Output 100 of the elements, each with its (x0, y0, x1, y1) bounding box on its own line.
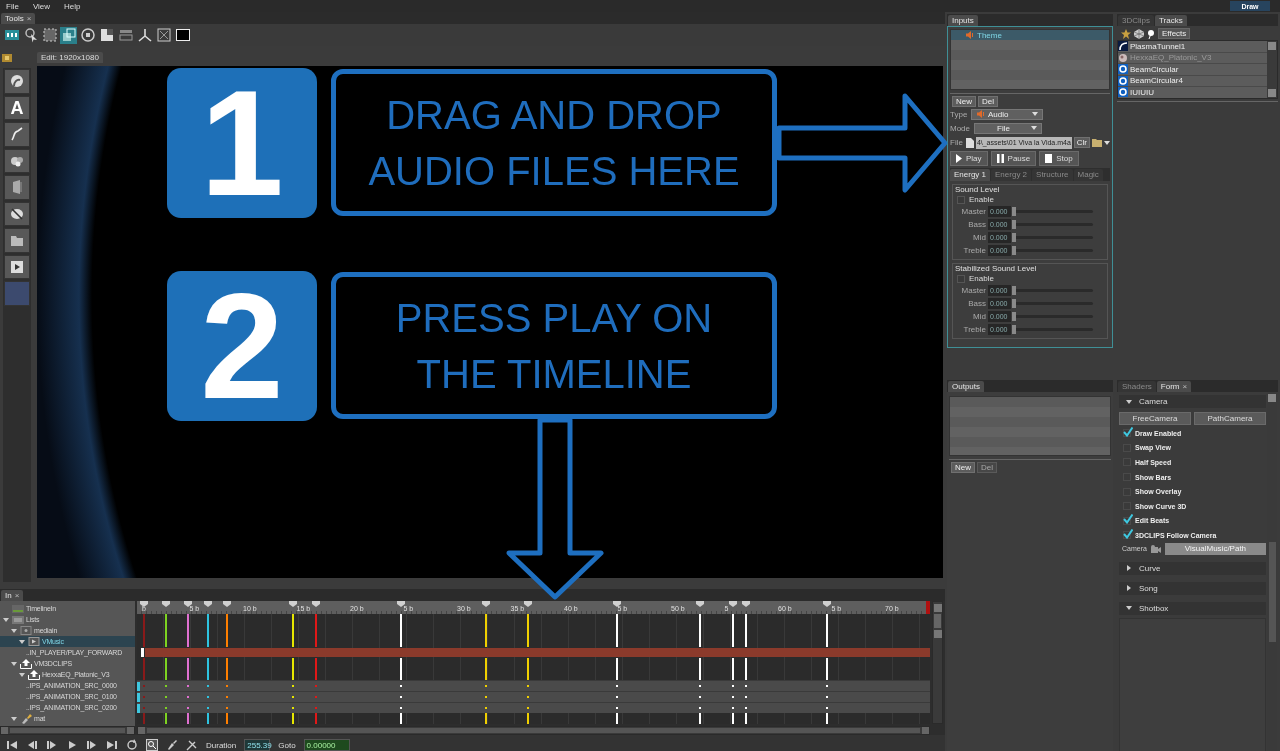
tab[interactable]: Form × (1156, 381, 1192, 392)
selection-icon[interactable] (41, 26, 58, 44)
slider[interactable] (1012, 245, 1093, 255)
goto-field[interactable]: 0.00000 (303, 739, 350, 751)
next-frame-icon[interactable] (86, 739, 98, 751)
slider-thumb[interactable] (1012, 298, 1016, 308)
stop-button[interactable]: Stop (1039, 151, 1079, 166)
list-item[interactable]: IUIUIU (1118, 87, 1267, 98)
door-icon[interactable] (4, 175, 30, 200)
skip-start-icon[interactable] (6, 739, 18, 751)
camera-button[interactable]: FreeCamera (1119, 412, 1191, 425)
axes-icon[interactable] (136, 26, 153, 44)
zoom-fit-icon[interactable] (146, 739, 158, 751)
menu-item[interactable]: Help (64, 1, 81, 11)
camera-path-field[interactable]: VisualMusic/Path (1164, 542, 1266, 555)
slider-thumb[interactable] (1012, 206, 1016, 216)
end-marker[interactable] (926, 601, 930, 614)
scrollbar[interactable] (0, 726, 135, 735)
slider[interactable] (1012, 219, 1093, 229)
list-item[interactable]: BeamCircular (1118, 64, 1267, 75)
checkbox[interactable] (957, 195, 965, 204)
expand-arrow-icon[interactable] (10, 626, 18, 635)
close-button[interactable]: × (1182, 381, 1188, 392)
text-tool-button[interactable]: A (4, 95, 30, 120)
slider-thumb[interactable] (1012, 324, 1016, 334)
pause-button[interactable]: Pause (990, 151, 1037, 166)
panel-tab[interactable]: Tools × (1, 13, 36, 24)
slider[interactable] (1012, 311, 1093, 321)
resize-icon[interactable] (60, 26, 77, 44)
expand-arrow-icon[interactable] (10, 714, 18, 723)
list-item[interactable]: Theme (951, 30, 1109, 40)
panel-tab[interactable]: Inputs (948, 15, 978, 26)
slider-thumb[interactable] (1012, 245, 1016, 255)
close-button[interactable]: × (14, 590, 20, 601)
curve-icon[interactable] (4, 122, 30, 147)
pin-icon[interactable] (1147, 28, 1155, 39)
new-button[interactable]: New (951, 462, 975, 473)
section-header[interactable]: Camera (1119, 395, 1266, 408)
tab[interactable]: Shaders (1118, 381, 1156, 392)
tab[interactable]: Energy 2 (991, 169, 1032, 181)
tab[interactable]: Energy 1 (950, 169, 991, 181)
close-button[interactable]: × (26, 13, 32, 24)
section-header[interactable]: Shotbox (1119, 601, 1266, 615)
editor-tab[interactable]: Edit: 1920x1080 (37, 52, 103, 63)
brush-icon[interactable] (166, 739, 178, 751)
type-dropdown[interactable]: Audio (971, 108, 1043, 120)
clip-bar[interactable] (145, 648, 930, 657)
expand-arrow-icon[interactable] (2, 615, 10, 624)
slider[interactable] (1012, 298, 1093, 308)
expand-arrow-icon[interactable] (10, 659, 18, 668)
slider[interactable] (1012, 324, 1093, 334)
section-header[interactable]: Song (1119, 581, 1266, 595)
menu-item[interactable]: File (6, 1, 19, 11)
step-back-icon[interactable] (26, 739, 38, 751)
step-forward-icon[interactable] (46, 739, 58, 751)
duration-field[interactable]: 255.39 (244, 739, 271, 751)
clear-button[interactable]: Clr (1073, 137, 1090, 148)
panel-tab[interactable]: In × (1, 590, 24, 601)
section-header[interactable]: Curve (1119, 561, 1266, 575)
play-button[interactable]: Play (950, 151, 988, 166)
tab[interactable]: Magic (1073, 169, 1103, 181)
slider-thumb[interactable] (1012, 285, 1016, 295)
expand-arrow-icon[interactable] (18, 637, 26, 646)
video-icon[interactable] (4, 254, 30, 279)
expand-arrow-icon[interactable] (18, 670, 26, 679)
scrollbar[interactable] (932, 601, 943, 724)
effects-button[interactable]: Effects (1158, 28, 1191, 39)
play-icon[interactable] (66, 739, 78, 751)
folder-icon[interactable] (1092, 138, 1102, 147)
pointer-icon[interactable] (22, 26, 39, 44)
square-icon[interactable] (98, 26, 115, 44)
slider-thumb[interactable] (1012, 311, 1016, 321)
checkbox[interactable] (1123, 531, 1131, 540)
swatch-icon[interactable] (4, 281, 30, 306)
checkbox[interactable] (957, 274, 965, 283)
frame-icon[interactable] (155, 26, 172, 44)
skip-end-icon[interactable] (106, 739, 118, 751)
scrollbar[interactable] (137, 726, 930, 735)
list-item[interactable]: BeamCircular4 (1118, 75, 1267, 86)
delete-button[interactable]: Del (978, 96, 999, 107)
slider-thumb[interactable] (1012, 232, 1016, 242)
screen-icon[interactable] (174, 26, 191, 44)
palette-icon[interactable] (4, 201, 30, 226)
checkbox[interactable] (1123, 429, 1131, 438)
rotate-icon[interactable] (79, 26, 96, 44)
new-button[interactable]: New (952, 96, 976, 107)
mode-dropdown[interactable]: File (974, 122, 1042, 134)
scrollbar[interactable] (1267, 41, 1277, 98)
folder-icon[interactable] (4, 228, 30, 253)
panel-tab[interactable]: Outputs (948, 381, 984, 392)
star-icon[interactable] (1121, 28, 1131, 39)
loop-icon[interactable] (126, 739, 138, 751)
polyhedron-icon[interactable] (1134, 28, 1144, 39)
list-item[interactable]: PlasmaTunnel1 (1118, 41, 1267, 52)
camera-button[interactable]: PathCamera (1194, 412, 1266, 425)
splash-icon[interactable] (4, 148, 30, 173)
checkbox[interactable] (1123, 516, 1131, 525)
slider[interactable] (1012, 285, 1093, 295)
slider-thumb[interactable] (1012, 219, 1016, 229)
slider[interactable] (1012, 206, 1093, 216)
